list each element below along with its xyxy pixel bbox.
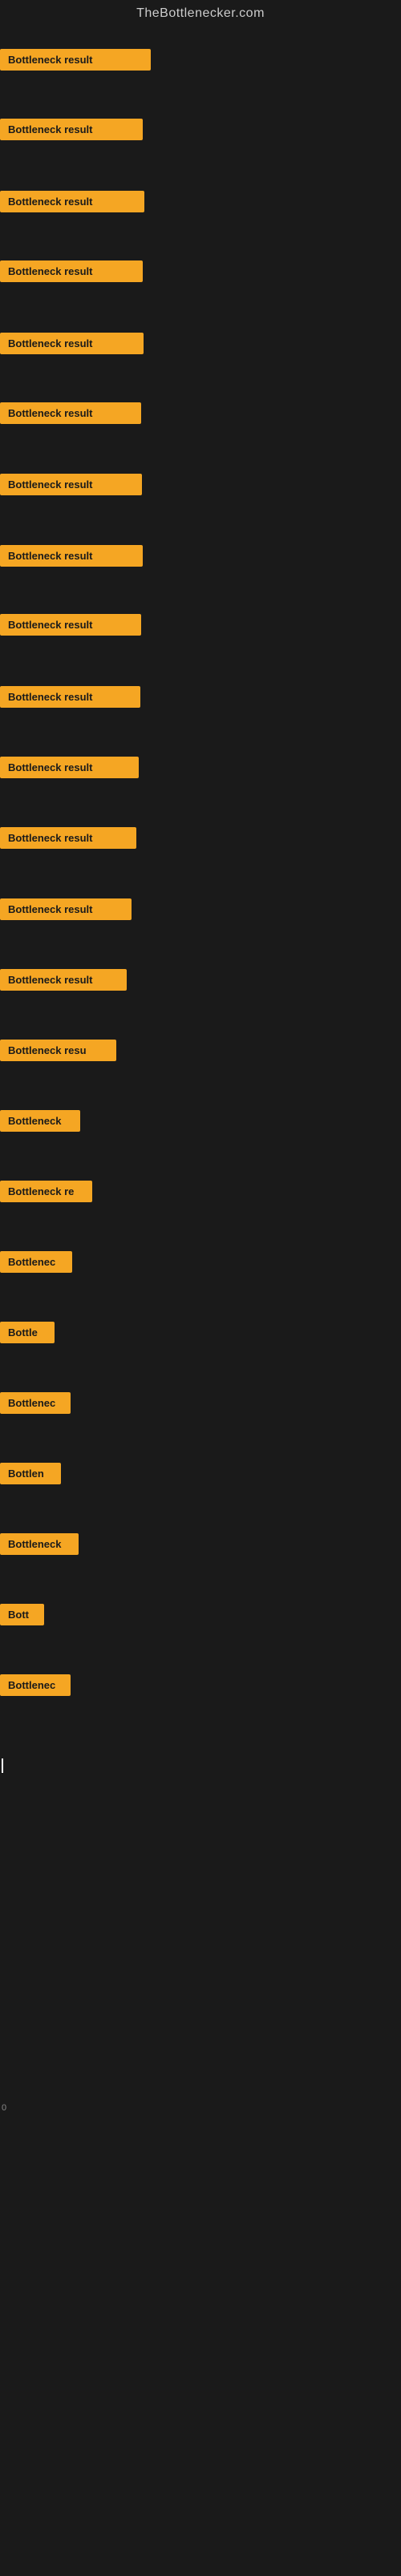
bottleneck-result-item: Bottlenec	[0, 1251, 72, 1273]
bottleneck-result-item: Bottleneck	[0, 1533, 79, 1555]
bottleneck-result-item: Bottle	[0, 1322, 55, 1343]
bottleneck-result-item: Bottleneck result	[0, 49, 151, 71]
bottleneck-result-item: Bottleneck result	[0, 474, 142, 495]
bottleneck-result-item: Bottleneck resu	[0, 1040, 116, 1061]
bottleneck-result-item: Bottleneck result	[0, 898, 132, 920]
bottleneck-result-item: Bottleneck result	[0, 686, 140, 708]
bottleneck-result-item: Bottleneck result	[0, 260, 143, 282]
small-label: 0	[2, 2103, 6, 2113]
bottleneck-result-item: Bottleneck result	[0, 119, 143, 140]
bottleneck-result-item: Bottlenec	[0, 1674, 71, 1696]
bottleneck-result-item: Bottleneck result	[0, 827, 136, 849]
bottleneck-result-item: Bottleneck result	[0, 969, 127, 991]
bottleneck-result-item: Bottleneck re	[0, 1181, 92, 1202]
text-cursor	[2, 1758, 3, 1773]
site-title: TheBottlenecker.com	[0, 0, 401, 27]
bottleneck-result-item: Bottleneck	[0, 1110, 80, 1132]
bottleneck-result-item: Bottlenec	[0, 1392, 71, 1414]
bottleneck-result-item: Bottlen	[0, 1463, 61, 1484]
bottleneck-result-item: Bottleneck result	[0, 402, 141, 424]
bottleneck-result-item: Bottleneck result	[0, 545, 143, 567]
bottleneck-result-item: Bottleneck result	[0, 614, 141, 636]
bottleneck-result-item: Bottleneck result	[0, 191, 144, 212]
bottleneck-result-item: Bott	[0, 1604, 44, 1625]
bottleneck-result-item: Bottleneck result	[0, 333, 144, 354]
bottleneck-result-item: Bottleneck result	[0, 757, 139, 778]
